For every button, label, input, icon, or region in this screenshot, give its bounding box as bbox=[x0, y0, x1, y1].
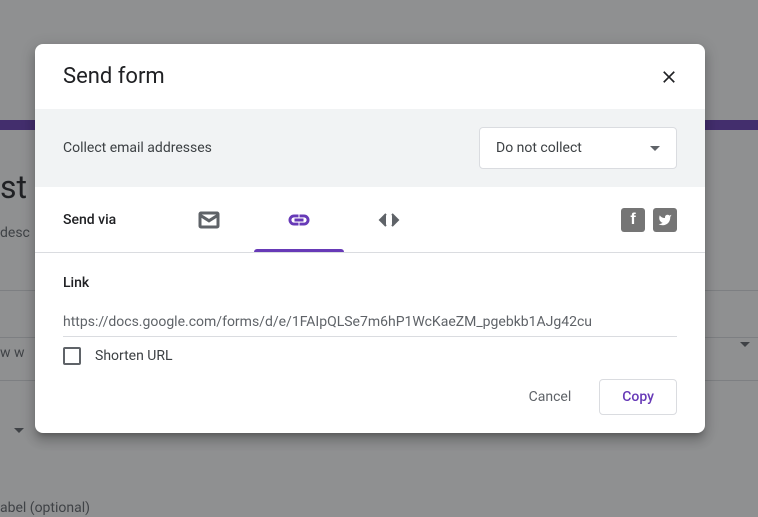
send-form-dialog: Send form Collect email addresses Do not… bbox=[35, 44, 705, 433]
shorten-url-label: Shorten URL bbox=[95, 348, 173, 364]
facebook-share-button[interactable]: f bbox=[621, 208, 645, 232]
embed-icon bbox=[377, 208, 401, 232]
link-url-input[interactable] bbox=[63, 314, 677, 330]
collect-email-section: Collect email addresses Do not collect bbox=[35, 109, 705, 187]
close-button[interactable] bbox=[657, 65, 681, 89]
chevron-down-icon bbox=[650, 146, 660, 151]
send-via-section: Send via f bbox=[35, 187, 705, 253]
link-label: Link bbox=[63, 275, 677, 291]
collect-email-select[interactable]: Do not collect bbox=[479, 127, 677, 169]
close-icon bbox=[659, 67, 679, 87]
tab-email[interactable] bbox=[164, 187, 254, 252]
tab-link[interactable] bbox=[254, 187, 344, 252]
send-via-label: Send via bbox=[63, 212, 116, 228]
collect-email-label: Collect email addresses bbox=[63, 140, 212, 156]
link-icon bbox=[287, 208, 311, 232]
facebook-icon: f bbox=[630, 211, 635, 229]
twitter-icon bbox=[658, 213, 672, 227]
email-icon bbox=[197, 208, 221, 232]
copy-button[interactable]: Copy bbox=[599, 379, 677, 415]
shorten-url-checkbox[interactable] bbox=[63, 347, 81, 365]
dialog-title: Send form bbox=[63, 64, 165, 89]
collect-email-selected: Do not collect bbox=[496, 140, 582, 156]
twitter-share-button[interactable] bbox=[653, 208, 677, 232]
cancel-button[interactable]: Cancel bbox=[511, 379, 590, 415]
tab-embed[interactable] bbox=[344, 187, 434, 252]
